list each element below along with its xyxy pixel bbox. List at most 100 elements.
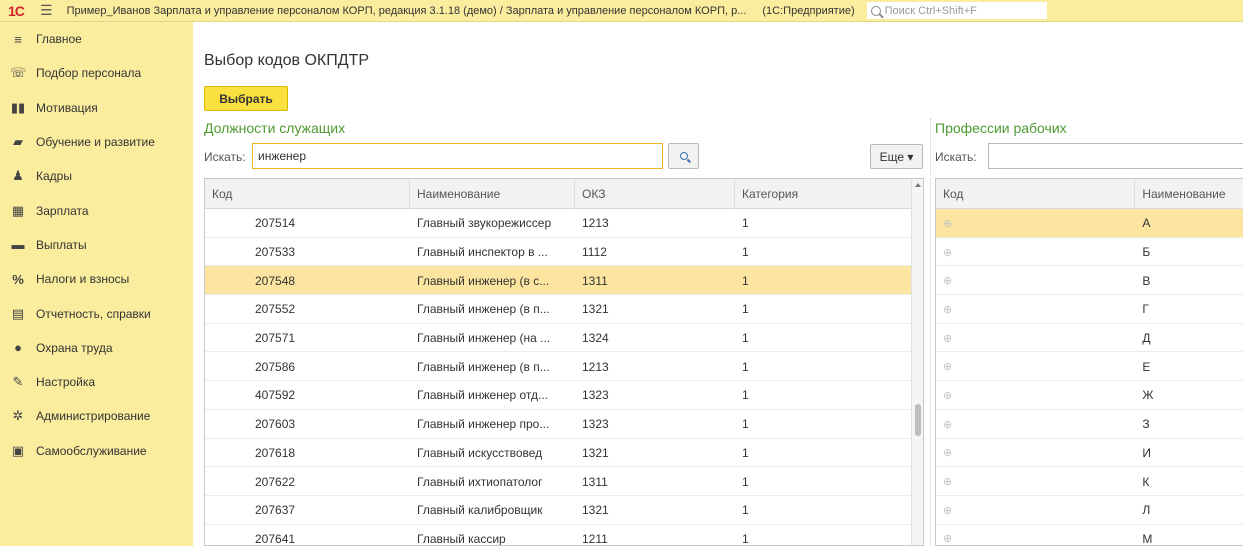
table-row[interactable]: 207552 Главный инженер (в п... 1321 1 [205,295,923,324]
expand-group-icon[interactable]: ⊕ [936,209,1135,238]
search-icon [870,5,881,16]
table-row[interactable]: ⊕ Д [936,324,1243,353]
cell-code: 207552 [255,302,296,317]
table-row[interactable]: 207514 Главный звукорежиссер 1213 1 [205,209,923,238]
cell-cat: 1 [742,417,749,432]
table-row[interactable]: ⊕ А [936,209,1243,238]
table-row[interactable]: ⊕ Г [936,295,1243,324]
table-row[interactable]: ⊕ К [936,467,1243,496]
select-button[interactable]: Выбрать [204,86,288,111]
table-row[interactable]: 207548 Главный инженер (в с... 1311 1 [205,266,923,296]
sidebar-item-label: Настройка [36,375,96,390]
expand-group-icon[interactable]: ⊕ [936,496,1135,525]
sidebar-item-label: Обучение и развитие [36,135,155,150]
table-row[interactable]: ⊕ Л [936,496,1243,525]
sidebar-item-labor-safety[interactable]: ● Охрана труда [0,331,193,365]
sidebar-item-motivation[interactable]: ▮▮ Мотивация [0,91,193,125]
expand-group-icon[interactable]: ⊕ [936,439,1135,468]
expand-group-icon[interactable]: ⊕ [936,266,1135,295]
sidebar-item-salary[interactable]: ▦ Зарплата [0,193,193,227]
table-row[interactable]: 207586 Главный инженер (в п... 1213 1 [205,352,923,382]
sidebar-item-label: Зарплата [36,203,89,218]
column-header-category[interactable]: Категория [735,179,913,209]
cell-name: М [1142,531,1153,546]
table-row[interactable]: 207618 Главный искусствовед 1321 1 [205,439,923,468]
sidebar-item-reports[interactable]: ▤ Отчетность, справки [0,296,193,330]
table-row[interactable]: 207622 Главный ихтиопатолог 1311 1 [205,467,923,496]
table-header: Код Наименование ОКЗ Категория [205,179,923,209]
app-name: (1С:Предприятие) [762,4,855,17]
sidebar-item-payments[interactable]: ▬ Выплаты [0,228,193,262]
table-row[interactable]: ⊕ З [936,410,1243,439]
cell-name: И [1142,445,1151,460]
wrench-icon: ✎ [12,374,24,390]
report-icon: ▤ [11,305,25,321]
expand-group-icon[interactable]: ⊕ [936,525,1135,545]
cell-cat: 1 [742,216,749,231]
column-header-code[interactable]: Код [205,179,410,209]
expand-group-icon[interactable]: ⊕ [936,410,1135,439]
table-row[interactable]: ⊕ Б [936,238,1243,267]
cell-name: Главный кассир [417,531,506,546]
expand-group-icon[interactable]: ⊕ [936,238,1135,267]
cell-code: 207641 [255,531,296,546]
table-row[interactable]: 207571 Главный инженер (на ... 1324 1 [205,324,923,353]
table-row[interactable]: ⊕ Ж [936,381,1243,410]
search-button[interactable] [668,143,699,169]
table-row[interactable]: ⊕ И [936,439,1243,468]
table-row[interactable]: 207603 Главный инженер про... 1323 1 [205,410,923,439]
sidebar-item-training[interactable]: ▰ Обучение и развитие [0,125,193,159]
cell-code: 207514 [255,216,296,231]
cell-name: Л [1142,503,1151,518]
expand-group-icon[interactable]: ⊕ [936,352,1135,381]
expand-group-icon[interactable]: ⊕ [936,381,1135,410]
sidebar-item-recruiting[interactable]: ☏ Подбор персонала [0,56,193,90]
table-header: Код Наименование [936,179,1243,209]
sidebar-item-main[interactable]: ≡ Главное [0,22,193,56]
app-logo[interactable]: 1С [8,3,34,19]
column-header-code[interactable]: Код [936,179,1136,209]
table-row[interactable]: ⊕ Е [936,352,1243,382]
cell-cat: 1 [742,503,749,518]
cell-cat: 1 [742,359,749,374]
calculator-icon: ▦ [11,202,25,218]
sidebar-item-settings[interactable]: ✎ Настройка [0,365,193,399]
column-header-name[interactable]: Наименование [410,179,575,209]
expand-group-icon[interactable]: ⊕ [936,295,1135,324]
more-button[interactable]: Еще ▾ [870,144,923,169]
people-icon: ▮▮ [10,99,26,115]
menu-icon: ≡ [14,31,22,47]
section-title-worker-professions: Профессии рабочих [935,120,1067,136]
scroll-thumb[interactable] [915,404,921,436]
column-header-name[interactable]: Наименование [1135,179,1243,209]
cell-code: 207571 [255,331,296,346]
table-row[interactable]: ⊕ М [936,525,1243,546]
sidebar-item-label: Мотивация [36,100,98,115]
table-row[interactable]: 407592 Главный инженер отд... 1323 1 [205,381,923,410]
cell-name: Е [1142,359,1151,374]
sidebar-item-taxes[interactable]: % Налоги и взносы [0,262,193,296]
table-row[interactable]: 207533 Главный инспектор в ... 1112 1 [205,238,923,267]
expand-group-icon[interactable]: ⊕ [936,467,1135,496]
table-row[interactable]: 207637 Главный калибровщик 1321 1 [205,496,923,525]
cell-cat: 1 [742,445,749,460]
table-row[interactable]: 207641 Главный кассир 1211 1 [205,525,923,546]
cell-okz: 1211 [582,531,608,546]
scroll-up-icon[interactable] [915,183,921,187]
table-row[interactable]: ⊕ В [936,266,1243,296]
sidebar-item-personnel[interactable]: ♟ Кадры [0,159,193,193]
expand-group-icon[interactable]: ⊕ [936,324,1135,353]
professions-search-input[interactable] [988,143,1243,169]
professions-table: Код Наименование ⊕ А ⊕ Б ⊕ В ⊕ Г ⊕ Д ⊕ Е ⊕ Ж ⊕ З ⊕ И ⊕ К ⊕ Л ⊕… [935,178,1243,546]
sidebar-item-self-service[interactable]: ▣ Самообслуживание [0,434,193,468]
sidebar-item-administration[interactable]: ✲ Администрирование [0,399,193,433]
column-header-okz[interactable]: ОКЗ [575,179,735,209]
table-scrollbar[interactable] [911,179,923,545]
global-search-input[interactable]: Поиск Ctrl+Shift+F [866,2,1047,19]
cell-code: 207622 [255,474,296,489]
wallet-icon: ▬ [11,237,25,253]
positions-search-input[interactable]: инженер [252,143,663,169]
sidebar-item-label: Выплаты [36,237,87,252]
main-menu-icon[interactable]: ☰ [40,2,53,19]
sidebar-item-label: Налоги и взносы [36,272,130,287]
